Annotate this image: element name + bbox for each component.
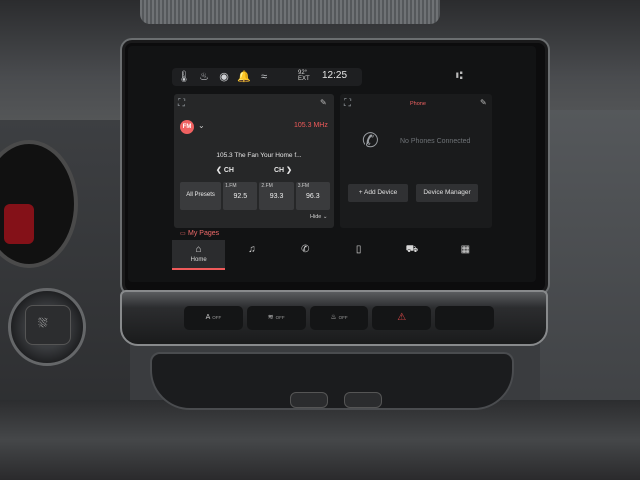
nav-media[interactable]: ♫	[225, 240, 278, 270]
phone-disconnected-icon: ✆	[362, 130, 379, 152]
chevron-left-icon: ❮	[216, 167, 224, 174]
lower-console	[150, 352, 514, 410]
hazard-icon: ⚠	[397, 312, 407, 323]
heated-seat-icon: ≋	[267, 314, 274, 321]
nav-home[interactable]: ⌂ Home	[172, 240, 226, 270]
clock: 12:25	[322, 70, 348, 81]
infotainment-screen: 🌡 ♨ ◉ 🔔 ≈ 92° EXT 12:25 ⑆ ⛶ ✎ FM ⌄ 105.3…	[128, 46, 536, 282]
preset-1[interactable]: 1.FM 92.5	[223, 182, 258, 210]
all-presets-button[interactable]: All Presets	[180, 182, 222, 210]
band-badge[interactable]: FM	[180, 120, 194, 134]
dashboard-vent	[140, 0, 440, 24]
wiper-icon: ⛆	[38, 316, 48, 330]
no-phones-text: No Phones Connected	[400, 138, 471, 145]
wiper-control-knob[interactable]: ⛆	[8, 288, 86, 366]
channel-prev-button[interactable]: ❮ CH	[216, 166, 234, 174]
hard-key-bar: A OFF ≋ OFF ♨ OFF ⚠	[120, 290, 548, 346]
my-pages-icon: ▭	[180, 231, 186, 237]
chevron-right-icon: ❯	[284, 167, 292, 174]
preset-2[interactable]: 2.FM 93.3	[259, 182, 294, 210]
chevron-down-icon[interactable]: ⌄	[198, 121, 205, 130]
add-device-button[interactable]: + Add Device	[348, 184, 408, 202]
apps-grid-icon: ▦	[460, 244, 471, 255]
seat-heat-icon[interactable]: ♨	[196, 70, 212, 84]
preset-row: All Presets 1.FM 92.5 2.FM 93.3 3.FM 96.…	[180, 182, 330, 210]
chevron-down-icon: ⌄	[322, 214, 328, 220]
home-icon: ⌂	[195, 244, 202, 255]
vehicle-icon: ⛟	[405, 244, 419, 255]
phone-title: Phone	[410, 101, 426, 107]
hazard-button[interactable]: ⚠	[372, 306, 432, 330]
nav-device[interactable]: ▯	[332, 240, 385, 270]
device-manager-button[interactable]: Device Manager	[416, 184, 478, 202]
radio-widget[interactable]: ⛶ ✎ FM ⌄ 105.3 MHz 105.3 The Fan Your Ho…	[174, 94, 334, 228]
heated-wheel-icon: ♨	[330, 314, 337, 321]
outside-temperature: 92° EXT	[298, 70, 310, 82]
preset-3[interactable]: 3.FM 96.3	[295, 182, 330, 210]
hide-presets-button[interactable]: Hide ⌄	[310, 214, 327, 220]
channel-next-button[interactable]: CH ❯	[274, 166, 292, 174]
console-button-right[interactable]	[344, 392, 382, 408]
station-name: 105.3 The Fan Your Home f...	[216, 152, 302, 159]
blank-key[interactable]	[435, 306, 494, 330]
edit-icon[interactable]: ✎	[320, 98, 327, 107]
edit-icon[interactable]: ✎	[480, 98, 487, 107]
heated-wheel-off-button[interactable]: ♨ OFF	[309, 306, 369, 330]
status-bar: 🌡 ♨ ◉ 🔔 ≈ 92° EXT 12:25 ⑆	[128, 46, 536, 86]
console-button-left[interactable]	[290, 392, 328, 408]
frequency-display: 105.3 MHz	[294, 122, 328, 129]
nav-phone[interactable]: ✆	[279, 240, 332, 270]
my-pages-link[interactable]: My Pages	[188, 230, 219, 237]
smartphone-icon: ▯	[355, 244, 362, 255]
auto-climate-off-button[interactable]: A OFF	[184, 306, 243, 330]
nav-vehicle[interactable]: ⛟	[385, 240, 438, 270]
phone-widget[interactable]: ⛶ Phone ✎ ✆ No Phones Connected + Add De…	[340, 94, 492, 228]
thermostat-icon[interactable]: 🌡	[176, 70, 192, 84]
dashboard-bottom	[0, 400, 640, 480]
phone-icon: ✆	[301, 244, 310, 255]
hard-key-row: A OFF ≋ OFF ♨ OFF ⚠	[184, 306, 494, 330]
bell-icon[interactable]: 🔔	[236, 70, 252, 84]
heated-seat-off-button[interactable]: ≋ OFF	[246, 306, 306, 330]
expand-icon[interactable]: ⛶	[344, 98, 351, 109]
bottom-nav: ⌂ Home ♫ ✆ ▯ ⛟ ▦	[172, 240, 492, 270]
nav-apps[interactable]: ▦	[439, 240, 492, 270]
auto-climate-icon: A	[205, 314, 211, 321]
wifi-icon[interactable]: ≈	[256, 70, 272, 84]
music-icon: ♫	[248, 244, 256, 255]
driver-icon[interactable]: ◉	[216, 70, 232, 84]
nav-home-label: Home	[190, 257, 207, 263]
expand-icon[interactable]: ⛶	[178, 98, 185, 109]
seat-icon[interactable]: ⑆	[456, 70, 463, 82]
